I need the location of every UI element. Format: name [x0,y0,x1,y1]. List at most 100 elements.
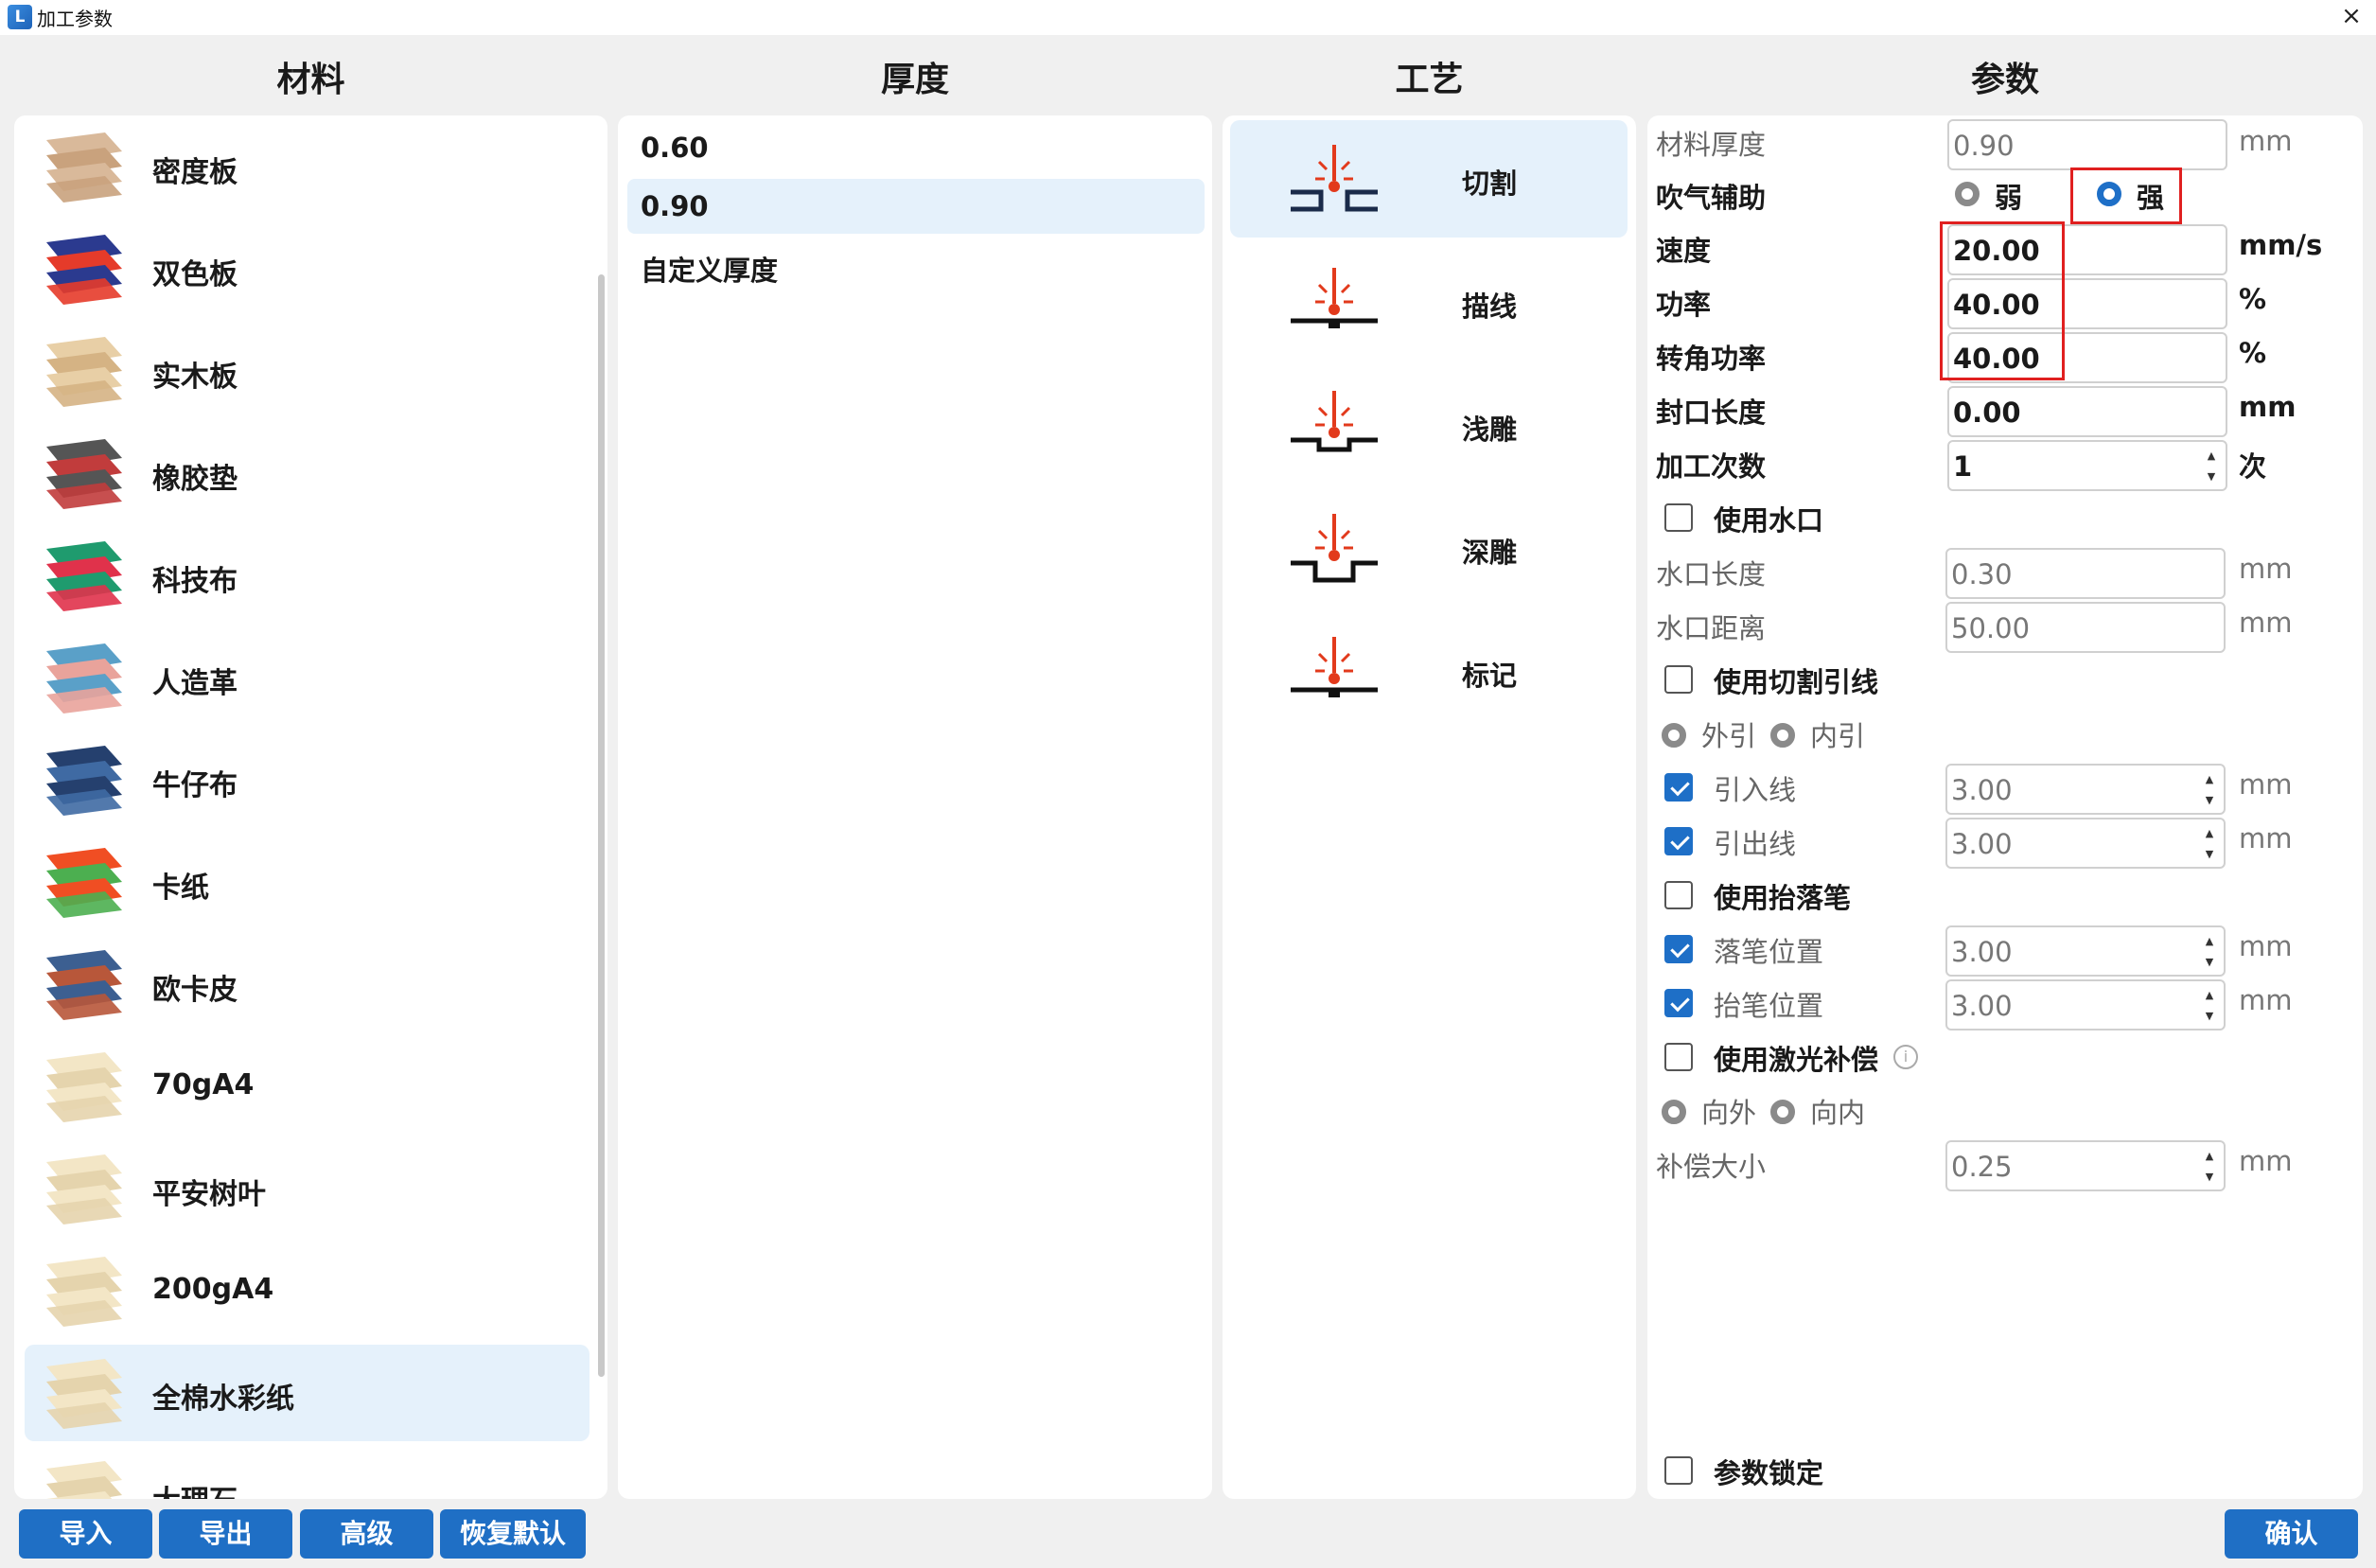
material-item[interactable]: 200gA4 [25,1242,590,1339]
thickness-item-custom[interactable]: 自定义厚度 [627,238,1205,292]
lead-in-label[interactable]: 引入线 [1714,768,1796,808]
comp-size-spinbox[interactable]: 0.25 ▲ ▼ [1945,1140,2226,1191]
use-tab-label[interactable]: 使用水口 [1714,499,1823,538]
corner-power-input[interactable]: 40.00 [1947,332,2227,383]
material-thumbnail [46,337,122,407]
air-weak-radio[interactable] [1955,182,1980,206]
process-item-deep[interactable]: 深雕 [1230,489,1628,607]
lead-inner-radio[interactable] [1770,723,1795,748]
comp-inward-radio[interactable] [1770,1100,1795,1124]
material-label: 橡胶垫 [152,463,238,496]
mark-icon [1291,637,1378,697]
restore-default-button[interactable]: 恢复默认 [440,1509,586,1559]
material-label: 卡纸 [152,872,209,905]
spin-arrows-icon[interactable]: ▲ ▼ [2203,1146,2216,1188]
material-item[interactable]: 密度板 [25,118,590,215]
export-button[interactable]: 导出 [159,1509,292,1559]
thickness-item-selected[interactable]: 0.90 [627,179,1205,234]
pen-down-checkbox[interactable] [1664,935,1693,963]
material-item[interactable]: 实木板 [25,323,590,419]
material-item[interactable]: 双色板 [25,220,590,317]
lead-inner-label[interactable]: 内引 [1810,714,1865,754]
process-label: 标记 [1462,660,1518,692]
seal-length-input[interactable]: 0.00 [1947,386,2227,437]
process-item-line[interactable]: 描线 [1230,243,1628,361]
speed-input[interactable]: 20.00 [1947,224,2227,275]
confirm-button[interactable]: 确认 [2225,1509,2358,1559]
lead-out-checkbox[interactable] [1664,827,1693,855]
pen-down-spinbox[interactable]: 3.00 ▲ ▼ [1945,925,2226,977]
header-params: 参数 [1970,61,2039,99]
thickness-item[interactable]: 0.60 [627,120,1205,175]
use-pen-label[interactable]: 使用抬落笔 [1714,876,1851,916]
material-item[interactable]: 科技布 [25,527,590,624]
material-thumbnail [46,541,122,611]
advanced-button[interactable]: 高级 [300,1509,433,1559]
tab-length-input[interactable]: 0.30 [1945,548,2226,599]
power-input[interactable]: 40.00 [1947,278,2227,329]
unit-label: % [2239,283,2267,315]
material-item[interactable]: 人造革 [25,629,590,726]
process-list[interactable]: 切割 描线 浅雕 深雕 标记 [1223,115,1636,1499]
material-thumbnail [46,132,122,203]
thickness-list[interactable]: 0.60 0.90 自定义厚度 [618,115,1212,1499]
spin-arrows-icon[interactable]: ▲ ▼ [2203,823,2216,865]
tab-distance-label: 水口距离 [1656,612,1767,644]
pen-up-label[interactable]: 抬笔位置 [1714,984,1823,1024]
material-label: 70gA4 [152,1068,255,1101]
lead-outer-label[interactable]: 外引 [1701,714,1756,754]
use-lead-checkbox[interactable] [1664,665,1693,694]
import-button[interactable]: 导入 [19,1509,152,1559]
material-thickness-label: 材料厚度 [1656,129,1767,161]
lock-checkbox[interactable] [1664,1456,1693,1485]
air-strong-radio[interactable] [2097,182,2121,206]
spin-arrows-icon[interactable]: ▲ ▼ [2203,985,2216,1027]
material-item[interactable]: 平安树叶 [25,1140,590,1237]
unit-label: mm [2239,768,2293,801]
comp-outward-radio[interactable] [1662,1100,1686,1124]
lead-out-spinbox[interactable]: 3.00 ▲ ▼ [1945,818,2226,869]
material-list[interactable]: 密度板 双色板 实木板橡胶垫科技布 人造革 牛仔布卡纸欧卡皮 70gA4 平安树叶 200gA… [14,115,607,1499]
use-pen-checkbox[interactable] [1664,881,1693,909]
lock-label[interactable]: 参数锁定 [1714,1452,1823,1491]
lead-in-checkbox[interactable] [1664,773,1693,802]
material-item[interactable]: 全棉水彩纸 [25,1345,590,1441]
close-icon[interactable]: × [2334,0,2368,34]
pen-down-label[interactable]: 落笔位置 [1714,930,1823,970]
pen-up-checkbox[interactable] [1664,989,1693,1017]
process-item-cut[interactable]: 切割 [1230,120,1628,238]
unit-label: mm/s [2239,229,2323,261]
lead-out-label[interactable]: 引出线 [1714,822,1796,862]
comp-outward-label[interactable]: 向外 [1701,1091,1756,1131]
comp-inward-label[interactable]: 向内 [1810,1091,1865,1131]
air-strong-label[interactable]: 强 [2137,176,2164,216]
spin-arrows-icon[interactable]: ▲ ▼ [2203,769,2216,811]
air-weak-label[interactable]: 弱 [1995,176,2022,216]
material-item[interactable]: 欧卡皮 [25,936,590,1032]
material-item[interactable]: 橡胶垫 [25,425,590,521]
lead-outer-radio[interactable] [1662,723,1686,748]
use-tab-checkbox[interactable] [1664,503,1693,532]
material-item[interactable]: 卡纸 [25,834,590,930]
material-item[interactable]: 牛仔布 [25,731,590,828]
use-comp-checkbox[interactable] [1664,1043,1693,1071]
unit-label: mm [2239,125,2293,157]
passes-spinbox[interactable]: 1 ▲ ▼ [1947,440,2227,491]
lead-in-spinbox[interactable]: 3.00 ▲ ▼ [1945,764,2226,815]
spin-arrows-icon[interactable]: ▲ ▼ [2203,931,2216,973]
material-scrollbar[interactable] [598,274,605,1377]
tab-distance-input[interactable]: 50.00 [1945,602,2226,653]
unit-label: mm [2239,984,2293,1016]
use-lead-label[interactable]: 使用切割引线 [1714,661,1878,700]
use-comp-label[interactable]: 使用激光补偿 [1714,1038,1878,1078]
material-thumbnail [46,1461,122,1499]
process-item-shallow[interactable]: 浅雕 [1230,366,1628,484]
spin-arrows-icon[interactable]: ▲ ▼ [2205,446,2218,487]
process-item-mark[interactable]: 标记 [1230,612,1628,730]
material-item[interactable]: 大理石 [25,1447,590,1499]
material-item[interactable]: 70gA4 [25,1038,590,1135]
pen-up-spinbox[interactable]: 3.00 ▲ ▼ [1945,979,2226,1031]
material-label: 大理石 [152,1477,238,1499]
info-icon[interactable]: i [1893,1045,1918,1069]
params-panel: 材料厚度 0.90 mm 吹气辅助 弱 强 速度 20.00 mm/s 功率 4… [1647,115,2363,1499]
